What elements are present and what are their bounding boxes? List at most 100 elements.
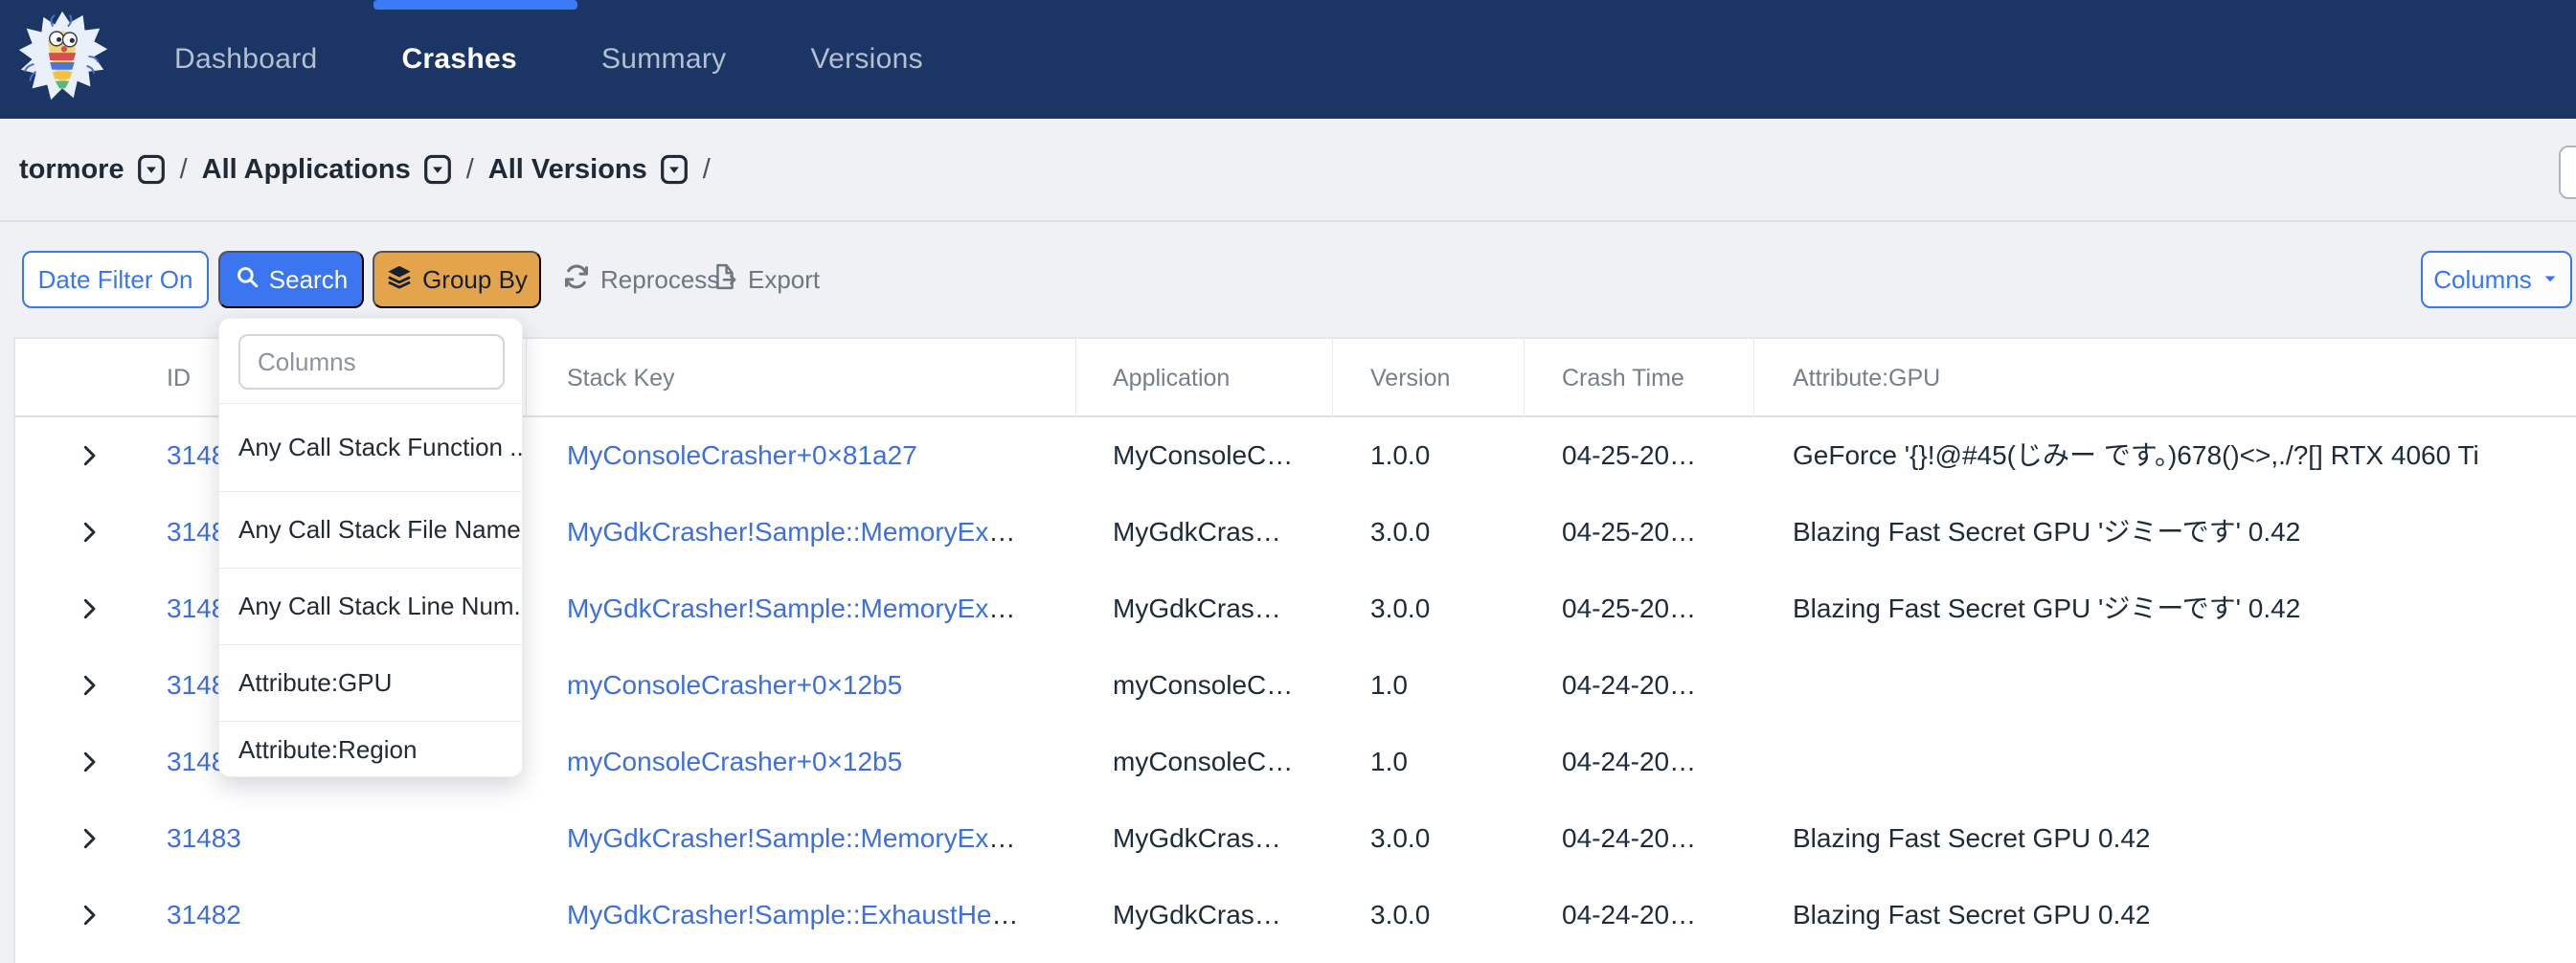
stack-key-link[interactable]: MyGdkCrasher!Sample::MemoryEx — [567, 517, 988, 547]
gpu-attribute-cell: GeForce '{}!@#45(じみー です。)678()<>,./?[] R… — [1793, 417, 2479, 494]
crash-time-cell: 04-24-20… — [1562, 724, 1696, 800]
truncation-ellipsis: … — [988, 593, 1015, 623]
layers-icon — [386, 263, 413, 297]
header-stack-key: Stack Key — [567, 339, 675, 417]
truncation-ellipsis: … — [992, 900, 1019, 929]
expand-chevron-right-icon[interactable] — [69, 877, 109, 953]
nav-tabs: Dashboard Crashes Summary Versions — [174, 0, 923, 119]
crash-id-link[interactable]: 3148 — [167, 724, 226, 800]
expand-chevron-right-icon[interactable] — [69, 800, 109, 877]
top-navbar: Dashboard Crashes Summary Versions — [0, 0, 2576, 119]
crash-id-link[interactable]: 3148 — [167, 417, 226, 494]
crash-id-link[interactable]: 3148 — [167, 494, 226, 571]
application-cell: myConsoleC… — [1113, 724, 1293, 800]
stack-key-cell: MyConsoleCrasher+0×81a27 — [567, 417, 917, 494]
search-icon — [235, 264, 260, 296]
caret-down-icon — [2541, 265, 2560, 295]
application-cell: myConsoleC… — [1113, 647, 1293, 724]
dropdown-option-attribute-region[interactable]: Attribute:Region — [219, 721, 522, 776]
breadcrumb-application[interactable]: All Applications — [202, 154, 452, 186]
columns-button[interactable]: Columns — [2421, 251, 2572, 308]
expand-chevron-right-icon[interactable] — [69, 724, 109, 800]
date-filter-button[interactable]: Date Filter On — [22, 251, 209, 308]
gpu-attribute-cell: Blazing Fast Secret GPU 0.42 — [1793, 877, 2151, 953]
crash-id-link[interactable]: 31483 — [167, 800, 241, 877]
clipped-right-edge-button[interactable] — [2559, 146, 2576, 199]
nav-tab-summary[interactable]: Summary — [601, 43, 726, 76]
gpu-attribute-cell: Blazing Fast Secret GPU 0.42 — [1793, 800, 2151, 877]
header-divider — [1524, 339, 1525, 417]
reprocess-button[interactable]: Reprocess — [563, 251, 719, 308]
stack-key-link[interactable]: myConsoleCrasher+0×12b5 — [567, 670, 902, 700]
search-button[interactable]: Search — [218, 251, 364, 308]
stack-key-cell: myConsoleCrasher+0×12b5 — [567, 724, 902, 800]
version-cell: 1.0 — [1370, 724, 1408, 800]
header-id: ID — [167, 339, 191, 417]
file-export-icon — [712, 263, 737, 297]
version-cell: 3.0.0 — [1370, 800, 1430, 877]
group-by-label: Group By — [422, 265, 528, 295]
boxed-caret-down-icon[interactable] — [137, 154, 166, 185]
expand-chevron-right-icon[interactable] — [69, 494, 109, 571]
bugsplat-logo-icon[interactable] — [13, 8, 111, 111]
stack-key-cell: MyGdkCrasher!Sample::MemoryEx… — [567, 494, 1015, 571]
application-cell: MyGdkCras… — [1113, 494, 1281, 571]
version-cell: 3.0.0 — [1370, 877, 1430, 953]
header-divider — [526, 339, 527, 417]
expand-chevron-right-icon[interactable] — [69, 571, 109, 647]
stack-key-cell: MyGdkCrasher!Sample::ExhaustHe… — [567, 877, 1019, 953]
gpu-attribute-cell: Blazing Fast Secret GPU 'ジミーです' 0.42 — [1793, 571, 2300, 647]
refresh-icon — [563, 263, 590, 297]
stack-key-link[interactable]: MyGdkCrasher!Sample::MemoryEx — [567, 593, 988, 623]
export-button[interactable]: Export — [712, 251, 820, 308]
nav-tab-crashes[interactable]: Crashes — [401, 43, 517, 76]
crash-time-cell: 04-25-20… — [1562, 417, 1696, 494]
nav-tab-versions[interactable]: Versions — [810, 43, 922, 76]
search-label: Search — [269, 265, 348, 295]
version-cell: 1.0.0 — [1370, 417, 1430, 494]
header-divider — [1753, 339, 1754, 417]
breadcrumb: tormore / All Applications / All Version… — [0, 119, 2576, 222]
stack-key-link[interactable]: MyGdkCrasher!Sample::MemoryEx — [567, 823, 988, 853]
application-cell: MyGdkCras… — [1113, 877, 1281, 953]
stack-key-cell: myConsoleCrasher+0×12b5 — [567, 647, 902, 724]
date-filter-label: Date Filter On — [38, 265, 193, 295]
crash-id-link[interactable]: 31482 — [167, 877, 241, 953]
expand-chevron-right-icon[interactable] — [69, 417, 109, 494]
group-by-button[interactable]: Group By — [373, 251, 541, 308]
header-divider — [1332, 339, 1333, 417]
columns-dropdown-panel: Any Call Stack Function ... Any Call Sta… — [218, 318, 523, 777]
stack-key-link[interactable]: MyConsoleCrasher+0×81a27 — [567, 440, 917, 470]
breadcrumb-version[interactable]: All Versions — [488, 154, 689, 186]
table-row: 31482 MyGdkCrasher!Sample::ExhaustHe… My… — [15, 877, 2576, 953]
breadcrumb-database[interactable]: tormore — [19, 154, 166, 186]
application-cell: MyConsoleC… — [1113, 417, 1293, 494]
crash-time-cell: 04-25-20… — [1562, 494, 1696, 571]
crash-id-link[interactable]: 3148 — [167, 647, 226, 724]
nav-tab-dashboard[interactable]: Dashboard — [174, 43, 317, 76]
crash-time-cell: 04-25-20… — [1562, 571, 1696, 647]
application-cell: MyGdkCras… — [1113, 571, 1281, 647]
crash-time-cell: 04-24-20… — [1562, 647, 1696, 724]
columns-option-list: Any Call Stack Function ... Any Call Sta… — [219, 403, 522, 776]
truncation-ellipsis: … — [988, 823, 1015, 853]
gpu-attribute-cell: Blazing Fast Secret GPU 'ジミーです' 0.42 — [1793, 494, 2300, 571]
dropdown-option-any-call-stack-function[interactable]: Any Call Stack Function ... — [219, 403, 522, 491]
boxed-caret-down-icon[interactable] — [660, 154, 689, 185]
version-cell: 1.0 — [1370, 647, 1408, 724]
expand-chevron-right-icon[interactable] — [69, 647, 109, 724]
stack-key-link[interactable]: MyGdkCrasher!Sample::ExhaustHe — [567, 900, 992, 929]
dropdown-option-any-call-stack-line-number[interactable]: Any Call Stack Line Num... — [219, 568, 522, 644]
dropdown-option-any-call-stack-file-name[interactable]: Any Call Stack File Name — [219, 491, 522, 568]
header-crash-time: Crash Time — [1562, 339, 1684, 417]
stack-key-link[interactable]: myConsoleCrasher+0×12b5 — [567, 747, 902, 776]
boxed-caret-down-icon[interactable] — [423, 154, 452, 185]
crash-id-link[interactable]: 3148 — [167, 571, 226, 647]
header-version: Version — [1370, 339, 1450, 417]
columns-label: Columns — [2433, 265, 2532, 295]
columns-filter-input[interactable] — [238, 334, 505, 390]
dropdown-option-attribute-gpu[interactable]: Attribute:GPU — [219, 644, 522, 721]
export-label: Export — [748, 265, 820, 295]
stack-key-cell: MyGdkCrasher!Sample::MemoryEx… — [567, 571, 1015, 647]
crash-time-cell: 04-24-20… — [1562, 877, 1696, 953]
